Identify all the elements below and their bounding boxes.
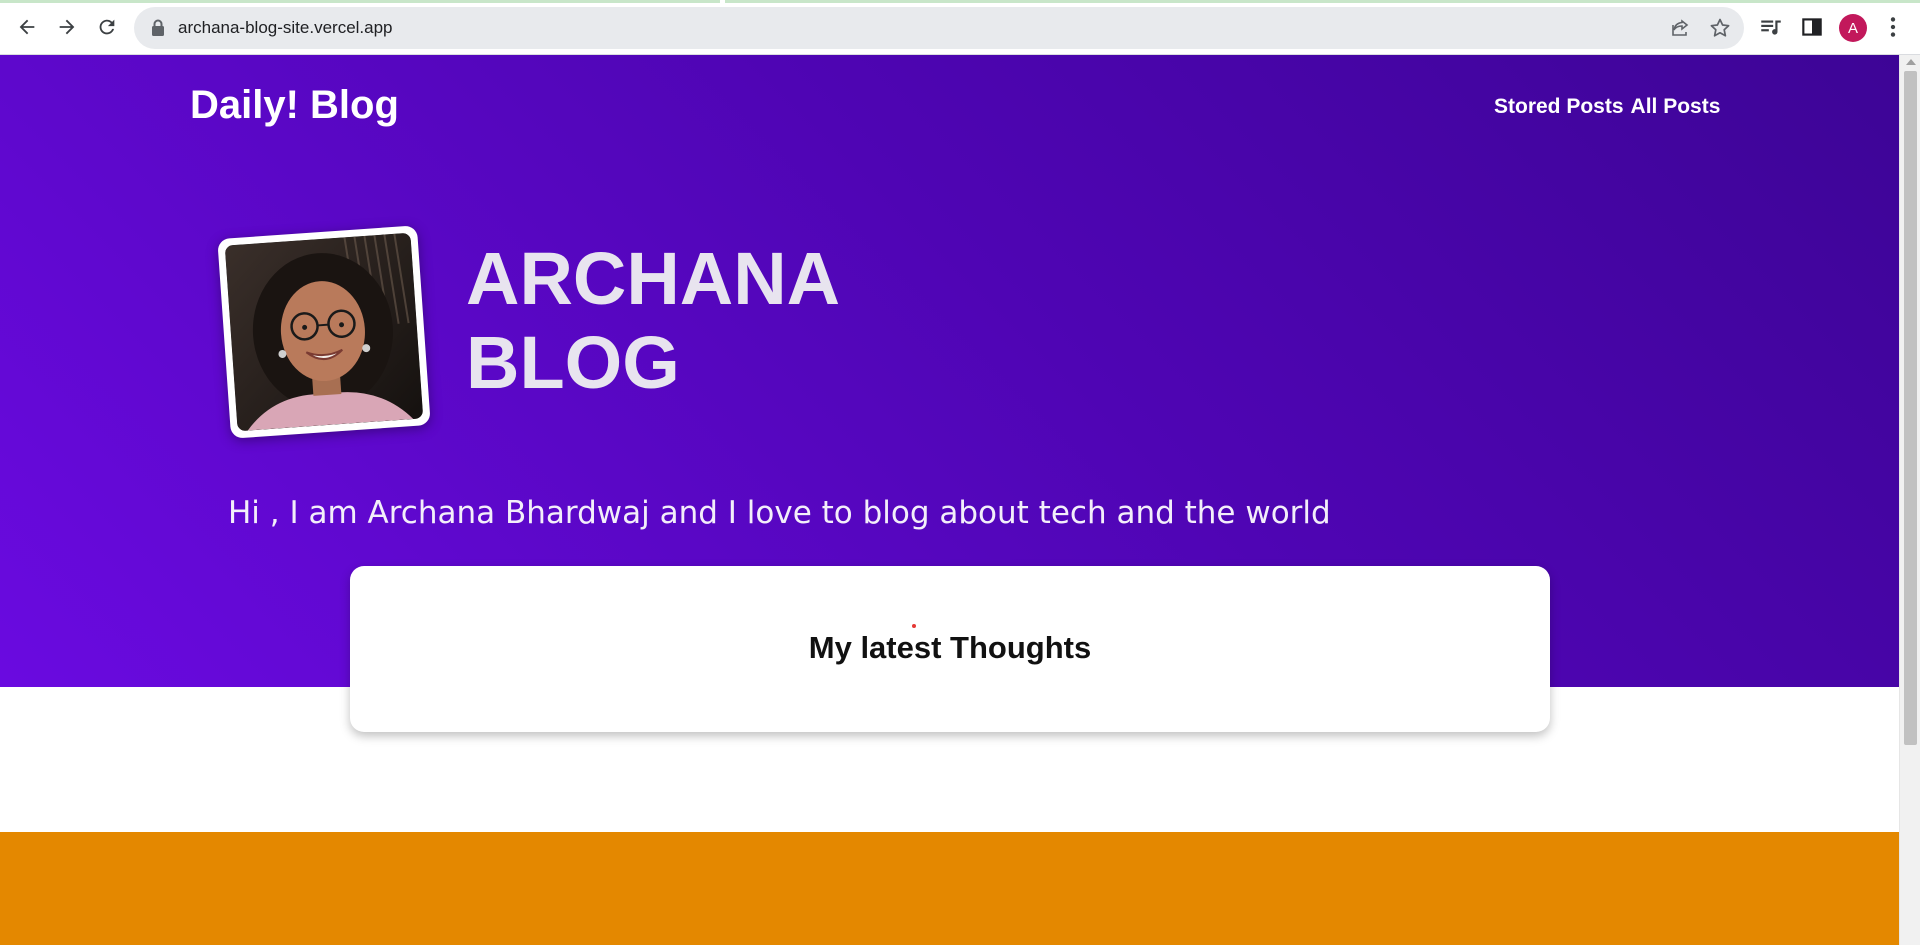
latest-thoughts-card: My latest Thoughts: [350, 566, 1550, 732]
back-button[interactable]: [10, 10, 44, 44]
blog-heading-line2: BLOG: [466, 321, 680, 404]
blog-heading-line1: ARCHANA: [466, 237, 841, 320]
media-icon: [1761, 20, 1781, 35]
back-icon: [19, 19, 35, 35]
star-icon: [1710, 18, 1730, 37]
reload-icon: [99, 19, 115, 35]
browser-toolbar: archana-blog-site.vercel.app A: [0, 0, 1920, 55]
sidepanel-icon: [1802, 18, 1822, 36]
media-control-button[interactable]: [1758, 14, 1784, 40]
nav-all-posts[interactable]: All Posts: [1631, 95, 1721, 119]
main-nav: Stored Posts All Posts: [1494, 95, 1720, 119]
profile-avatar[interactable]: A: [1839, 14, 1867, 42]
blog-heading: ARCHANA BLOG: [466, 237, 840, 405]
cursor-dot: [912, 624, 916, 628]
chrome-menu-button[interactable]: [1880, 14, 1906, 40]
share-icon: [1672, 19, 1689, 36]
portrait-image: [224, 232, 424, 432]
side-panel-button[interactable]: [1799, 14, 1825, 40]
profile-photo: [224, 232, 424, 432]
reload-button[interactable]: [90, 10, 124, 44]
intro-text: Hi , I am Archana Bhardwaj and I love to…: [228, 495, 1331, 531]
page-viewport: Daily! Blog Stored Posts All Posts ARCHA…: [0, 55, 1899, 945]
address-bar[interactable]: archana-blog-site.vercel.app: [134, 7, 1744, 49]
url-text[interactable]: archana-blog-site.vercel.app: [178, 18, 393, 38]
loading-bar: [0, 0, 720, 3]
bookmark-star-button[interactable]: [1708, 16, 1732, 40]
forward-button[interactable]: [50, 10, 84, 44]
latest-thoughts-title: My latest Thoughts: [808, 630, 1092, 665]
scroll-up-icon[interactable]: [1906, 59, 1916, 65]
scrollbar-thumb[interactable]: [1904, 71, 1917, 745]
profile-photo-frame: [217, 225, 431, 439]
lock-icon: [152, 19, 164, 36]
nav-stored-posts[interactable]: Stored Posts: [1494, 95, 1624, 119]
share-button[interactable]: [1668, 16, 1692, 40]
page-scrollbar[interactable]: [1899, 55, 1920, 945]
forward-icon: [59, 19, 75, 35]
menu-icon: [1890, 17, 1896, 37]
orange-section: [0, 832, 1899, 945]
site-title-link[interactable]: Daily! Blog: [190, 83, 399, 128]
loading-bar-right: [725, 0, 1920, 3]
